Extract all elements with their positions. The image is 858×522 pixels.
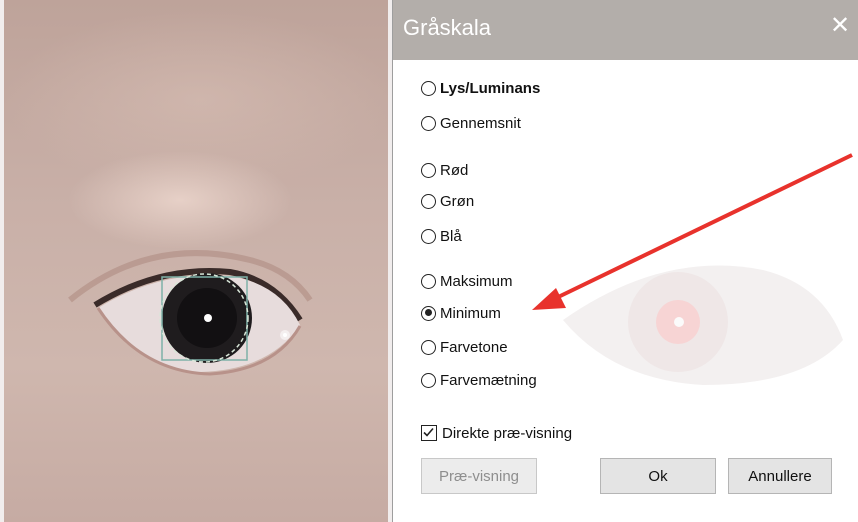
radio-circle[interactable] — [421, 115, 436, 131]
radio-maximum[interactable]: Maksimum — [421, 270, 513, 292]
radio-saturation[interactable]: Farvemætning — [421, 369, 537, 391]
radio-label: Blå — [440, 227, 462, 245]
radio-label: Lys/Luminans — [440, 79, 541, 97]
grayscale-dialog: Gråskala ✕ Lys/Luminans Gennemsnit Rød G… — [392, 0, 858, 522]
radio-circle[interactable] — [421, 162, 436, 178]
radio-label: Minimum — [440, 304, 501, 322]
radio-blue[interactable]: Blå — [421, 225, 462, 247]
radio-hue[interactable]: Farvetone — [421, 336, 508, 358]
preview-button[interactable]: Præ-visning — [421, 458, 537, 494]
title-bar[interactable]: Gråskala ✕ — [393, 0, 858, 60]
ghost-eye-preview — [563, 265, 843, 385]
photo-canvas[interactable] — [0, 0, 392, 522]
direct-preview-checkbox[interactable]: Direkte præ-visning — [421, 422, 572, 444]
radio-green[interactable]: Grøn — [421, 190, 474, 212]
radio-circle[interactable] — [421, 372, 436, 388]
radio-circle-selected[interactable] — [421, 305, 436, 321]
radio-average[interactable]: Gennemsnit — [421, 112, 521, 134]
radio-luminance[interactable]: Lys/Luminans — [421, 77, 540, 99]
radio-circle[interactable] — [421, 193, 436, 209]
radio-red[interactable]: Rød — [421, 159, 468, 181]
checkmark-icon — [423, 427, 434, 437]
radio-minimum[interactable]: Minimum — [421, 302, 501, 324]
checkbox-checked[interactable] — [421, 425, 437, 441]
radio-label: Maksimum — [440, 272, 513, 290]
close-icon[interactable]: ✕ — [827, 13, 853, 39]
radio-label: Farvemætning — [440, 371, 537, 389]
eye-photo — [68, 250, 313, 376]
dialog-content: Lys/Luminans Gennemsnit Rød Grøn Blå Mak… — [393, 60, 858, 522]
radio-circle[interactable] — [421, 228, 436, 244]
ok-button[interactable]: Ok — [600, 458, 716, 494]
checkbox-label: Direkte præ-visning — [442, 424, 573, 442]
radio-label: Rød — [440, 161, 469, 179]
radio-circle[interactable] — [421, 339, 436, 355]
radio-label: Gennemsnit — [440, 114, 521, 132]
radio-label: Farvetone — [440, 338, 508, 356]
dialog-title: Gråskala — [403, 15, 492, 40]
radio-label: Grøn — [440, 192, 475, 210]
cancel-button[interactable]: Annullere — [728, 458, 832, 494]
radio-circle[interactable] — [421, 273, 436, 289]
radio-circle[interactable] — [421, 80, 436, 96]
